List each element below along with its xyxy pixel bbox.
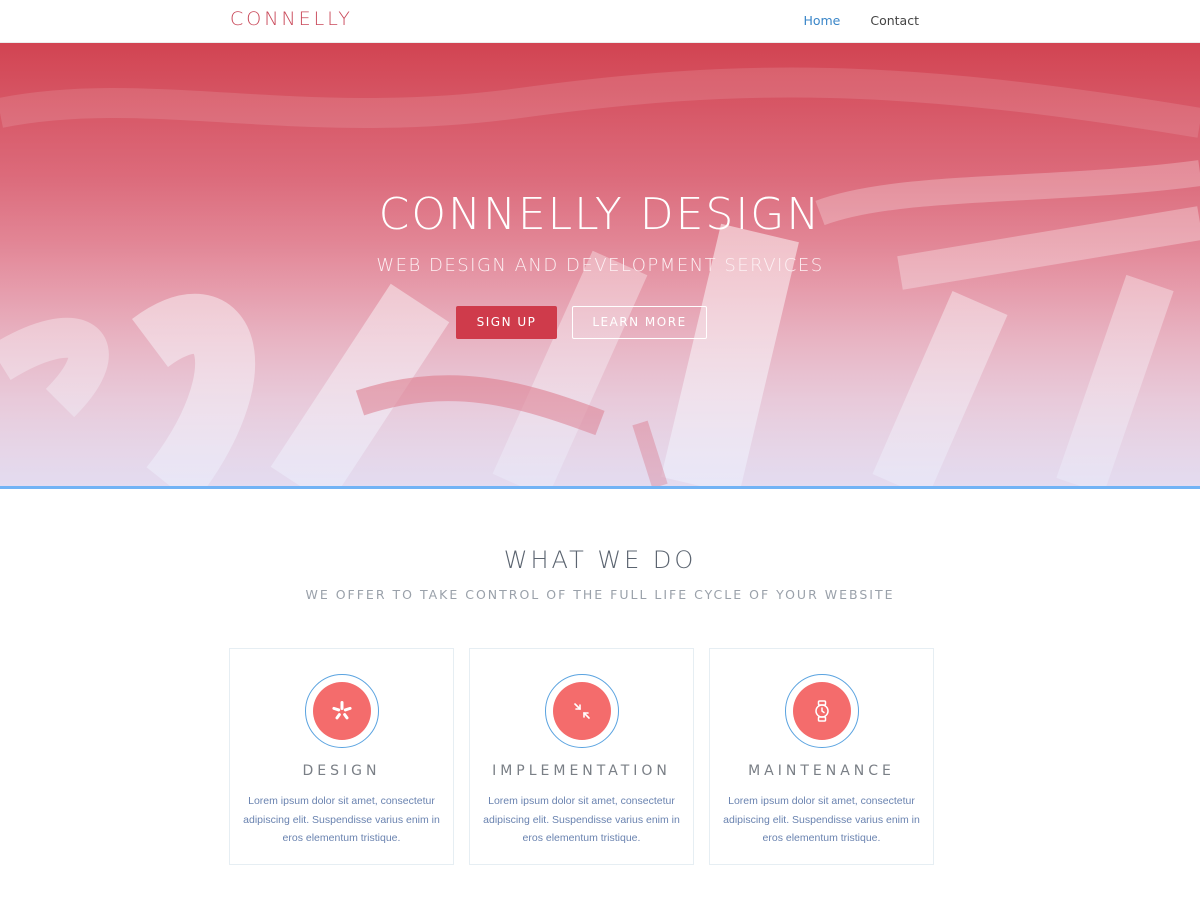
- watch-icon: [793, 682, 851, 740]
- nav-link-contact[interactable]: Contact: [870, 13, 919, 28]
- hero-title: CONNELLY DESIGN: [378, 189, 822, 240]
- hero-bottom-border: [0, 486, 1200, 489]
- navbar: CONNELLY Home Contact: [0, 0, 1200, 43]
- icon-ring: [785, 674, 859, 748]
- sign-up-button[interactable]: SIGN UP: [456, 306, 557, 339]
- service-card-maintenance: MAINTENANCE Lorem ipsum dolor sit amet, …: [709, 648, 934, 865]
- hero-subtitle: WEB DESIGN AND DEVELOPMENT SERVICES: [376, 255, 824, 276]
- icon-ring: [305, 674, 379, 748]
- service-card-design: DESIGN Lorem ipsum dolor sit amet, conse…: [229, 648, 454, 865]
- service-description: Lorem ipsum dolor sit amet, consectetur …: [723, 795, 920, 844]
- brand-logo[interactable]: CONNELLY: [230, 8, 353, 30]
- icon-ring: [545, 674, 619, 748]
- service-title: MAINTENANCE: [748, 763, 895, 779]
- section-title: WHAT WE DO: [503, 546, 697, 574]
- service-card-implementation: IMPLEMENTATION Lorem ipsum dolor sit ame…: [469, 648, 694, 865]
- service-title: IMPLEMENTATION: [492, 763, 671, 779]
- section-subtitle: WE OFFER TO TAKE CONTROL OF THE FULL LIF…: [305, 587, 895, 602]
- learn-more-button[interactable]: LEARN MORE: [572, 306, 707, 339]
- nav-link-home[interactable]: Home: [803, 13, 840, 28]
- compress-icon: [553, 682, 611, 740]
- hero-banner: CONNELLY DESIGN WEB DESIGN AND DEVELOPME…: [0, 43, 1200, 486]
- service-description: Lorem ipsum dolor sit amet, consectetur …: [243, 795, 440, 844]
- service-title: DESIGN: [302, 763, 381, 779]
- nav-links: Home Contact: [803, 13, 919, 28]
- yelp-icon: [313, 682, 371, 740]
- service-description: Lorem ipsum dolor sit amet, consectetur …: [483, 795, 680, 844]
